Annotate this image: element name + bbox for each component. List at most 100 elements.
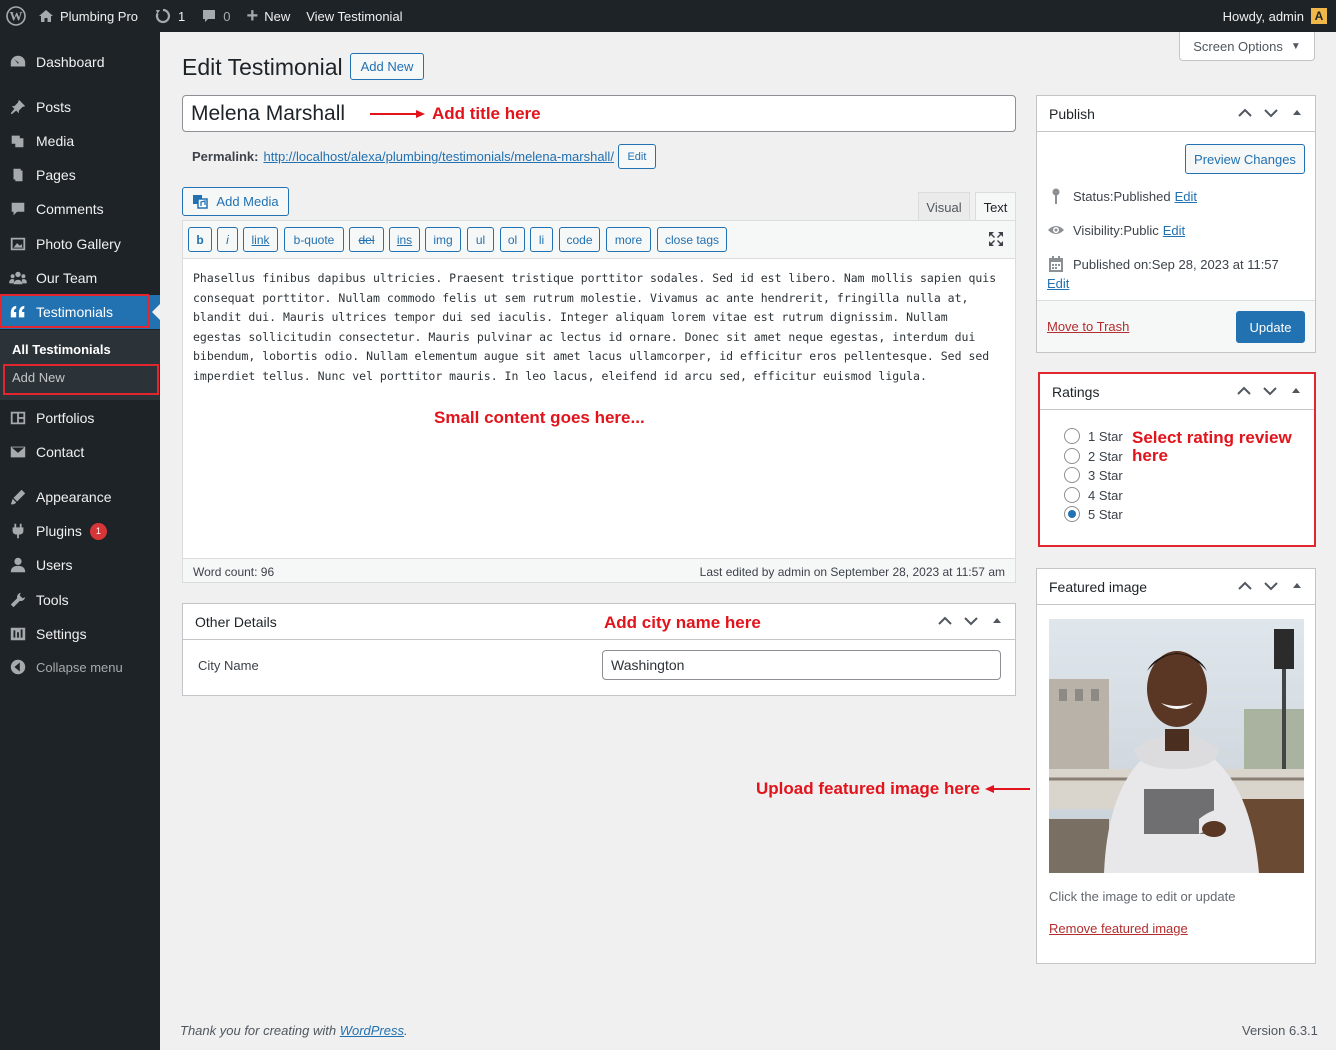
sidebar-item-comments[interactable]: Comments [0, 192, 160, 226]
qt-ol-button[interactable]: ol [500, 227, 525, 252]
submenu-all-testimonials[interactable]: All Testimonials [12, 342, 111, 357]
rating-option-2[interactable]: 2 Star [1064, 448, 1123, 464]
rating-option-5[interactable]: 5 Star [1064, 506, 1123, 522]
add-media-button[interactable]: Add Media [182, 187, 289, 216]
qt-ins-button[interactable]: ins [389, 227, 420, 252]
admin-sidebar: Dashboard Posts Media Pages Comments Pho… [0, 32, 160, 1050]
content-textarea[interactable]: Phasellus finibus dapibus ultricies. Pra… [193, 269, 1007, 386]
box-handles [1237, 569, 1305, 605]
city-name-input[interactable]: Washington [602, 650, 1001, 680]
calendar-icon [1049, 256, 1063, 272]
sidebar-item-settings[interactable]: Settings [0, 617, 160, 651]
add-new-button[interactable]: Add New [350, 53, 424, 80]
pin-icon [0, 98, 36, 116]
radio-button[interactable] [1064, 428, 1080, 444]
radio-button[interactable] [1064, 448, 1080, 464]
gallery-icon [0, 235, 36, 253]
toggle-panel-icon[interactable] [1288, 383, 1304, 402]
quicktags-toolbar: b i link b-quote del ins img ul ol li co… [183, 221, 1015, 259]
qt-ul-button[interactable]: ul [467, 227, 494, 252]
radio-button[interactable] [1064, 467, 1080, 483]
featured-image-title: Featured image [1049, 578, 1148, 595]
collapse-icon [0, 658, 36, 676]
featured-image-thumbnail[interactable] [1049, 619, 1304, 873]
qt-bold-button[interactable]: b [188, 227, 212, 252]
qt-img-button[interactable]: img [425, 227, 461, 252]
radio-button[interactable] [1064, 487, 1080, 503]
my-account[interactable]: Howdy, admin A [1223, 0, 1328, 32]
qt-close-tags-button[interactable]: close tags [657, 227, 727, 252]
visibility-edit-link[interactable]: Edit [1163, 223, 1185, 238]
sidebar-item-our-team[interactable]: Our Team [0, 261, 160, 295]
update-button[interactable]: Update [1236, 311, 1305, 343]
permalink-link[interactable]: http://localhost/alexa/plumbing/testimon… [263, 149, 613, 164]
sidebar-item-tools[interactable]: Tools [0, 583, 160, 617]
radio-button-checked[interactable] [1064, 506, 1080, 522]
screen-options-label: Screen Options [1193, 38, 1283, 54]
updates-link[interactable]: 1 [146, 0, 193, 32]
move-up-icon[interactable] [1237, 105, 1253, 124]
sidebar-item-collapse-menu[interactable]: Collapse menu [0, 650, 160, 684]
move-up-icon[interactable] [937, 613, 953, 632]
rating-option-3[interactable]: 3 Star [1064, 467, 1123, 483]
post-title-input[interactable]: Melena Marshall [182, 95, 1016, 132]
content-editor: b i link b-quote del ins img ul ol li co… [182, 220, 1016, 583]
sidebar-item-contact[interactable]: Contact [0, 435, 160, 469]
permalink-edit-button[interactable]: Edit [617, 144, 656, 169]
sidebar-item-portfolios[interactable]: Portfolios [0, 401, 160, 435]
qt-li-button[interactable]: li [530, 227, 553, 252]
toggle-panel-icon[interactable] [1289, 578, 1305, 597]
comments-link[interactable]: 0 [193, 0, 238, 32]
rating-option-4[interactable]: 4 Star [1064, 487, 1123, 503]
sidebar-item-users[interactable]: Users [0, 548, 160, 582]
toggle-panel-icon[interactable] [989, 613, 1005, 632]
remove-featured-image-link[interactable]: Remove featured image [1049, 921, 1188, 936]
caret-down-icon: ▼ [1290, 40, 1301, 52]
published-label: Published on: [1073, 256, 1152, 272]
qt-italic-button[interactable]: i [217, 227, 238, 252]
rating-option-1[interactable]: 1 Star [1064, 428, 1123, 444]
screen-options-button[interactable]: Screen Options ▼ [1179, 32, 1315, 61]
preview-changes-button[interactable]: Preview Changes [1185, 144, 1305, 174]
tab-visual[interactable]: Visual [918, 192, 970, 221]
qt-blockquote-button[interactable]: b-quote [284, 227, 344, 252]
qt-more-button[interactable]: more [606, 227, 651, 252]
qt-code-button[interactable]: code [559, 227, 600, 252]
move-down-icon[interactable] [1262, 383, 1278, 402]
city-name-value: Washington [611, 657, 685, 673]
qt-link-button[interactable]: link [243, 227, 278, 252]
arrow-left-icon [984, 785, 1030, 793]
sidebar-item-photo-gallery[interactable]: Photo Gallery [0, 227, 160, 261]
highlight-box-testimonials [0, 294, 149, 328]
rating-label: 3 Star [1088, 467, 1123, 483]
move-down-icon[interactable] [1263, 578, 1279, 597]
sidebar-label: Settings [36, 626, 87, 642]
permalink-slug: melena-marshall [514, 149, 611, 164]
sidebar-item-dashboard[interactable]: Dashboard [0, 45, 160, 79]
move-down-icon[interactable] [963, 613, 979, 632]
wordpress-logo-icon[interactable]: W [0, 0, 32, 32]
tab-text[interactable]: Text [975, 192, 1016, 221]
sidebar-label: Our Team [36, 270, 98, 286]
qt-del-button[interactable]: del [349, 227, 384, 252]
move-to-trash-link[interactable]: Move to Trash [1047, 319, 1129, 334]
sidebar-item-posts[interactable]: Posts [0, 90, 160, 124]
toggle-panel-icon[interactable] [1289, 105, 1305, 124]
move-up-icon[interactable] [1237, 578, 1253, 597]
new-content-link[interactable]: + New [239, 0, 299, 32]
site-name-link[interactable]: Plumbing Pro [32, 0, 146, 32]
permalink-label: Permalink: [192, 149, 259, 164]
sidebar-item-pages[interactable]: Pages [0, 158, 160, 192]
sidebar-item-appearance[interactable]: Appearance [0, 480, 160, 514]
sidebar-item-plugins[interactable]: Plugins 1 [0, 514, 160, 548]
wordpress-link[interactable]: WordPress [340, 1023, 404, 1038]
status-edit-link[interactable]: Edit [1175, 189, 1197, 204]
new-label: New [264, 8, 291, 24]
view-testimonial-link[interactable]: View Testimonial [298, 0, 410, 32]
move-down-icon[interactable] [1263, 105, 1279, 124]
move-up-icon[interactable] [1236, 383, 1252, 402]
status-value: Published [1113, 188, 1171, 204]
fullscreen-icon[interactable] [987, 230, 1005, 251]
sidebar-item-media[interactable]: Media [0, 124, 160, 158]
published-edit-link[interactable]: Edit [1047, 276, 1069, 291]
